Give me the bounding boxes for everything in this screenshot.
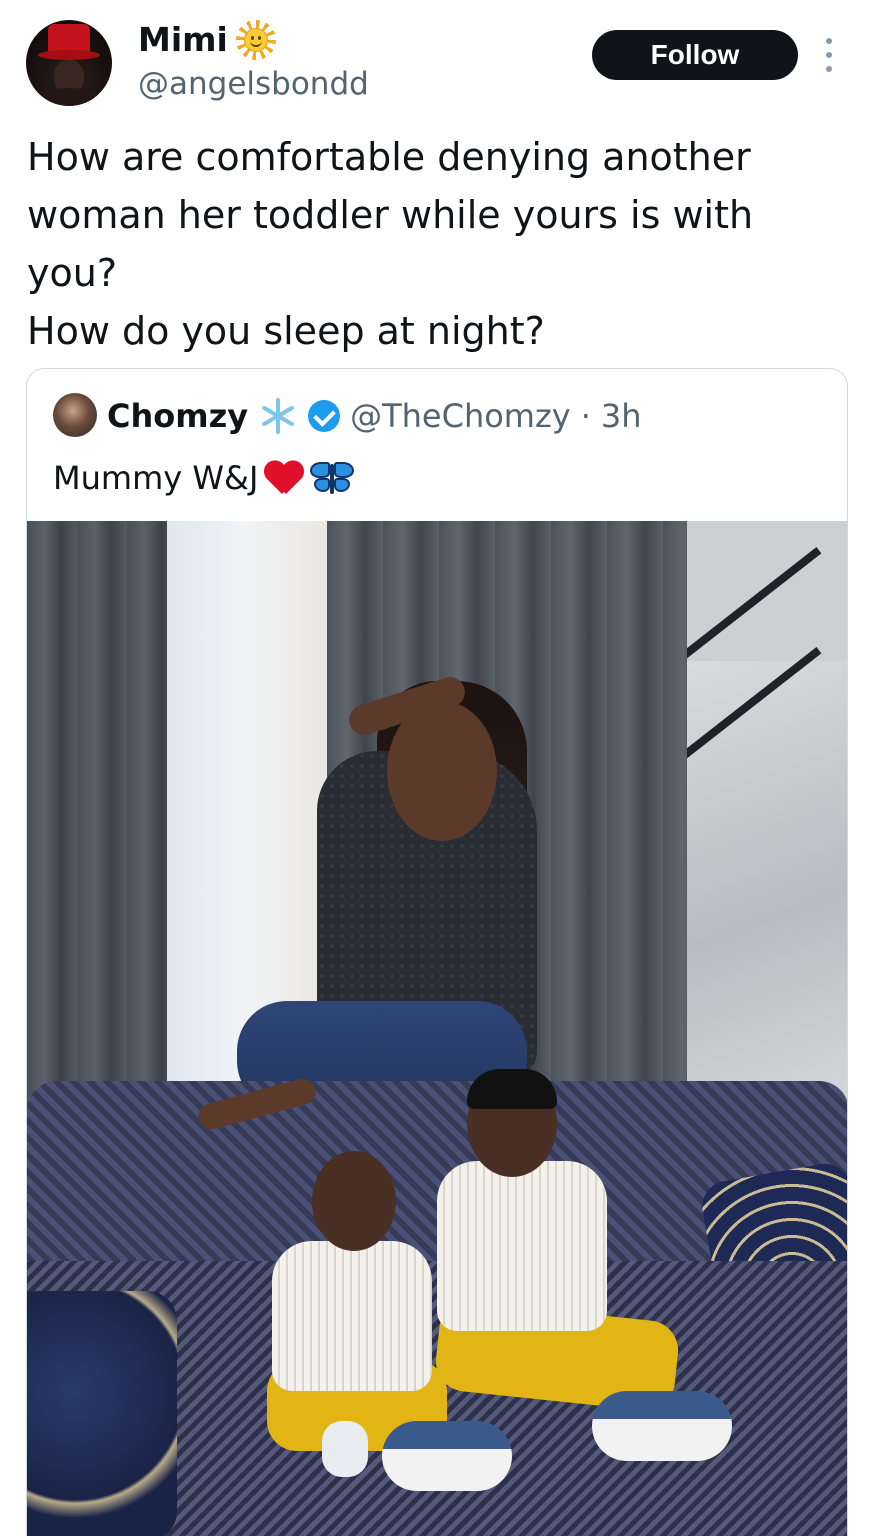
butterfly-icon xyxy=(310,460,355,496)
author-avatar[interactable] xyxy=(26,20,112,106)
heart-icon xyxy=(264,460,304,496)
tweet-text-line: How do you sleep at night? xyxy=(27,309,545,353)
photo-sock xyxy=(322,1421,368,1477)
avatar-hat-brim xyxy=(38,50,100,60)
quoted-author-row[interactable]: Chomzy @TheChomzy · 3h xyxy=(107,393,642,439)
photo-kid-big-shirt xyxy=(437,1161,607,1331)
quoted-display-name[interactable]: Chomzy xyxy=(107,393,248,439)
tweet-text-line: How are comfortable denying another woma… xyxy=(27,135,754,295)
author-display-name[interactable]: Mimi xyxy=(138,18,228,62)
quoted-photo[interactable] xyxy=(27,521,847,1536)
quoted-text-row: Mummy W&J xyxy=(53,455,355,501)
avatar-shoulders xyxy=(32,88,106,106)
quoted-text: Mummy W&J xyxy=(53,459,259,497)
photo-cushion-left xyxy=(27,1291,177,1536)
quoted-timestamp[interactable]: 3h xyxy=(601,393,642,439)
verified-badge-icon xyxy=(308,400,341,432)
photo-kid-big-hair xyxy=(467,1069,557,1109)
photo-shoe xyxy=(382,1421,512,1491)
quoted-handle[interactable]: @TheChomzy xyxy=(350,393,571,439)
quoted-author-avatar[interactable] xyxy=(53,393,97,437)
quoted-separator: · xyxy=(580,397,591,435)
author-name-row[interactable]: Mimi xyxy=(138,18,276,62)
photo-kid-small-head xyxy=(312,1151,396,1251)
tweet-card: Mimi @angelsbondd Follow How are comfort… xyxy=(0,0,874,1536)
photo-shoe xyxy=(592,1391,732,1461)
author-handle[interactable]: @angelsbondd xyxy=(138,64,369,104)
more-options-icon[interactable] xyxy=(822,38,836,72)
snowflake-icon xyxy=(258,396,298,436)
sun-with-face-icon xyxy=(235,20,276,60)
photo-kid-small-shirt xyxy=(272,1241,432,1391)
follow-button[interactable]: Follow xyxy=(592,30,798,80)
quoted-tweet[interactable]: Chomzy @TheChomzy · 3h Mummy W&J xyxy=(26,368,848,1536)
tweet-text: How are comfortable denying another woma… xyxy=(27,128,847,360)
